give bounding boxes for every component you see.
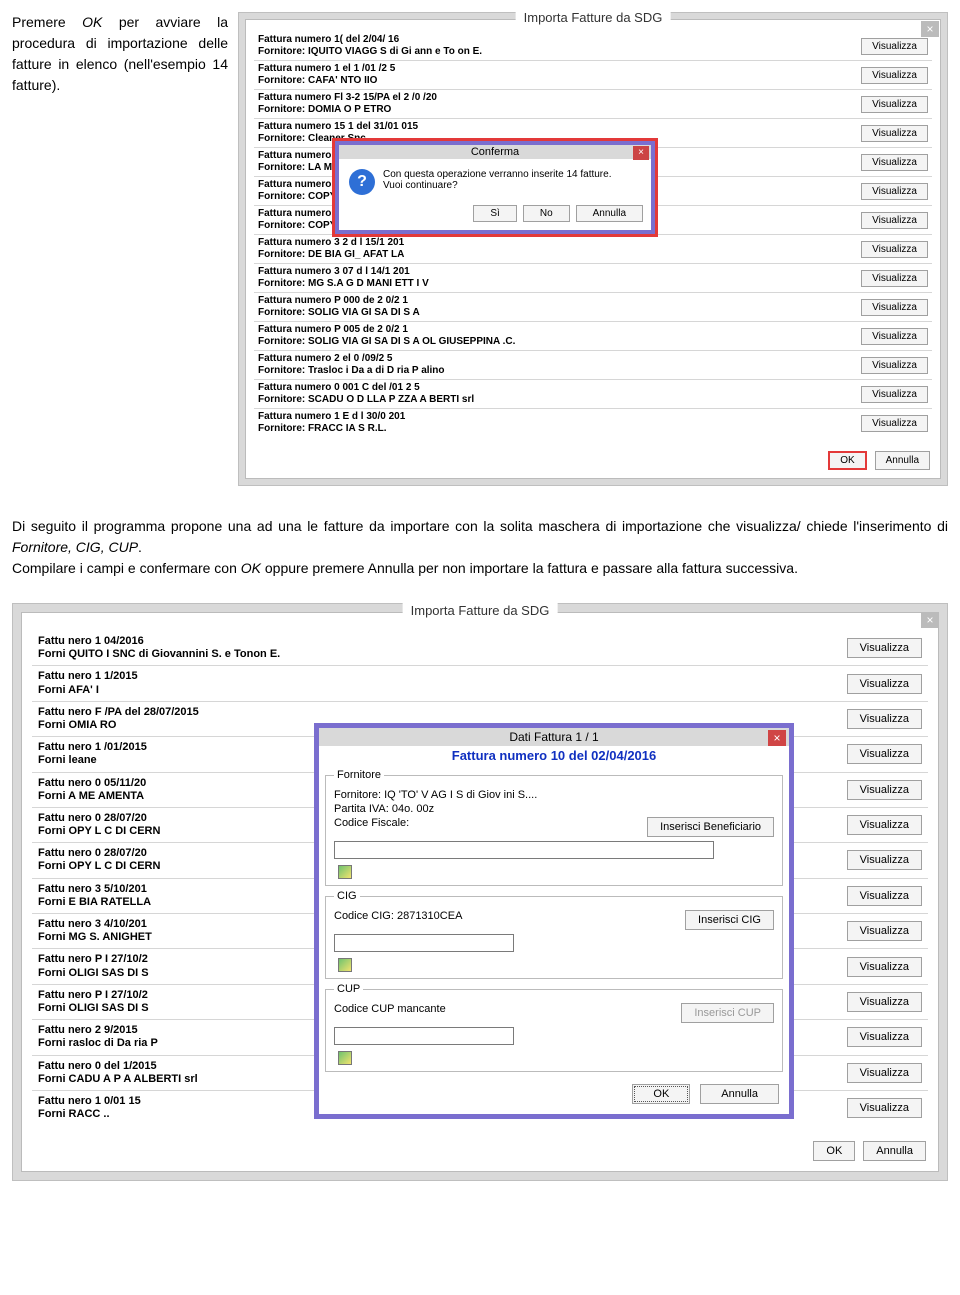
import-panel-2: × Importa Fatture da SDG Fattu nero 1 04… (12, 603, 948, 1181)
list-item: Fattura numero 0 001 C del /01 2 5Fornit… (254, 380, 932, 409)
close-icon[interactable]: × (921, 612, 939, 628)
dati-subtitle: Fattura numero 10 del 02/04/2016 (319, 746, 789, 765)
visualizza-button[interactable]: Visualizza (861, 154, 928, 171)
visualizza-button[interactable]: Visualizza (861, 328, 928, 345)
visualizza-button[interactable]: Visualizza (861, 357, 928, 374)
close-icon[interactable]: × (768, 730, 786, 746)
cancel-button[interactable]: Annulla (700, 1084, 779, 1104)
list-item: Fattura numero 1( del 2/04/ 16Fornitore:… (254, 32, 932, 61)
dati-title: Dati Fattura 1 / 1 × (319, 728, 789, 746)
visualizza-button[interactable]: Visualizza (861, 125, 928, 142)
visualizza-button[interactable]: Visualizza (847, 674, 922, 694)
cup-legend: CUP (334, 983, 363, 995)
no-button[interactable]: No (523, 205, 570, 222)
visualizza-button[interactable]: Visualizza (861, 415, 928, 432)
cup-input[interactable] (334, 1027, 514, 1045)
partita-iva-line: Partita IVA: 04o. 00z (334, 803, 774, 815)
visualizza-button[interactable]: Visualizza (847, 886, 922, 906)
fornitore-legend: Fornitore (334, 769, 384, 781)
confirm-message: Vuoi continuare? (383, 180, 611, 191)
visualizza-button[interactable]: Visualizza (847, 780, 922, 800)
visualizza-button[interactable]: Visualizza (847, 815, 922, 835)
cancel-button[interactable]: Annulla (875, 451, 930, 470)
list-item: Fattura numero 3 07 d l 14/1 201Fornitor… (254, 264, 932, 293)
cig-legend: CIG (334, 890, 360, 902)
confirm-title: Conferma × (339, 145, 651, 159)
visualizza-button[interactable]: Visualizza (847, 709, 922, 729)
inserisci-cig-button[interactable]: Inserisci CIG (685, 910, 774, 930)
list-item: Fattura numero 3 2 d l 15/1 201Fornitore… (254, 235, 932, 264)
visualizza-button[interactable]: Visualizza (847, 638, 922, 658)
question-icon: ? (349, 169, 375, 195)
list-item: Fattura numero P 005 de 2 0/2 1Fornitore… (254, 322, 932, 351)
visualizza-button[interactable]: Visualizza (861, 67, 928, 84)
cig-group: CIG Codice CIG: 2871310CEA Inserisci CIG (325, 890, 783, 979)
visualizza-button[interactable]: Visualizza (847, 992, 922, 1012)
codice-cig-label: Codice CIG: 2871310CEA (334, 910, 462, 922)
visualizza-button[interactable]: Visualizza (861, 212, 928, 229)
inserisci-beneficiario-button[interactable]: Inserisci Beneficiario (647, 817, 774, 837)
cup-group: CUP Codice CUP mancante Inserisci CUP (325, 983, 783, 1072)
list-item: Fattura numero 1 E d l 30/0 201Fornitore… (254, 409, 932, 437)
yes-button[interactable]: Sì (473, 205, 516, 222)
visualizza-button[interactable]: Visualizza (847, 921, 922, 941)
instruction-text: Premere OK per avviare la procedura di i… (12, 12, 228, 96)
fornitore-group: Fornitore Fornitore: IQ 'TO' V AG I S di… (325, 769, 783, 886)
visualizza-button[interactable]: Visualizza (847, 744, 922, 764)
import-panel-1: × Importa Fatture da SDG Fattura numero … (238, 12, 948, 486)
visualizza-button[interactable]: Visualizza (861, 270, 928, 287)
lookup-icon[interactable] (338, 1051, 352, 1065)
visualizza-button[interactable]: Visualizza (847, 1027, 922, 1047)
list-item: Fattura numero P 000 de 2 0/2 1Fornitore… (254, 293, 932, 322)
inserisci-cup-button: Inserisci CUP (681, 1003, 774, 1023)
codice-cup-label: Codice CUP mancante (334, 1003, 446, 1015)
dati-fattura-dialog: Dati Fattura 1 / 1 × Fattura numero 10 d… (314, 723, 794, 1119)
ok-button[interactable]: OK (828, 451, 866, 470)
visualizza-button[interactable]: Visualizza (847, 1063, 922, 1083)
visualizza-button[interactable]: Visualizza (861, 299, 928, 316)
visualizza-button[interactable]: Visualizza (847, 850, 922, 870)
ok-button[interactable]: OK (632, 1084, 690, 1104)
confirm-message: Con questa operazione verranno inserite … (383, 169, 611, 180)
visualizza-button[interactable]: Visualizza (861, 241, 928, 258)
list-item: Fattu nero 1 04/2016Forni QUITO I SNC di… (32, 631, 928, 666)
list-item: Fattu nero 1 1/2015Forni AFA' IVisualizz… (32, 666, 928, 701)
list-item: Fattura numero 2 el 0 /09/2 5Fornitore: … (254, 351, 932, 380)
fornitore-line: Fornitore: IQ 'TO' V AG I S di Giov ini … (334, 789, 774, 801)
cancel-button[interactable]: Annulla (863, 1141, 926, 1161)
instruction-text-2: Di seguito il programma propone una ad u… (12, 516, 948, 579)
lookup-icon[interactable] (338, 865, 352, 879)
visualizza-button[interactable]: Visualizza (861, 38, 928, 55)
cancel-button[interactable]: Annulla (576, 205, 643, 222)
panel-title: Importa Fatture da SDG (403, 603, 558, 618)
panel-title: Importa Fatture da SDG (516, 10, 671, 25)
ok-button[interactable]: OK (813, 1141, 855, 1161)
visualizza-button[interactable]: Visualizza (847, 957, 922, 977)
list-item: Fattura numero 1 el 1 /01 /2 5Fornitore:… (254, 61, 932, 90)
close-icon[interactable]: × (921, 21, 939, 37)
visualizza-button[interactable]: Visualizza (861, 96, 928, 113)
visualizza-button[interactable]: Visualizza (861, 386, 928, 403)
codice-fiscale-label: Codice Fiscale: (334, 817, 409, 829)
list-item: Fattura numero Fl 3-2 15/PA el 2 /0 /20F… (254, 90, 932, 119)
lookup-icon[interactable] (338, 958, 352, 972)
visualizza-button[interactable]: Visualizza (847, 1098, 922, 1118)
confirm-dialog: Conferma × ? Con questa operazione verra… (332, 138, 658, 237)
close-icon[interactable]: × (633, 146, 649, 160)
visualizza-button[interactable]: Visualizza (861, 183, 928, 200)
cig-input[interactable] (334, 934, 514, 952)
fornitore-input[interactable] (334, 841, 714, 859)
